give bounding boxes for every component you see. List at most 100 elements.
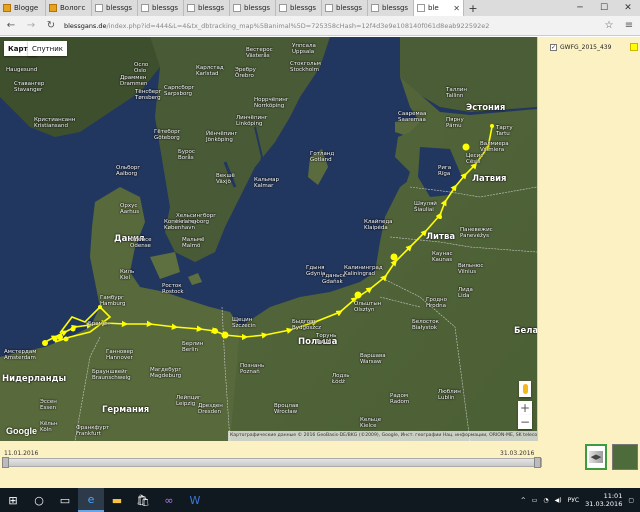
- city-label: Росток Rostock: [162, 283, 184, 295]
- site-icon: [95, 4, 103, 12]
- refresh-button[interactable]: ↻: [44, 19, 58, 33]
- url-field[interactable]: blessgans.de/index.php?id=444&L=4&tx_dbt…: [64, 19, 596, 33]
- browser-tab[interactable]: blessgs: [92, 0, 138, 16]
- timeline-end-handle[interactable]: [534, 457, 541, 468]
- city-label: Бурос Borås: [178, 149, 195, 161]
- browser-tab[interactable]: blessgs: [322, 0, 368, 16]
- minimize-button[interactable]: ─: [568, 0, 592, 16]
- country-label-germany: Германия: [102, 405, 150, 415]
- city-label: Познань Poznań: [240, 363, 265, 375]
- play-pause-button[interactable]: ◀▶: [585, 444, 607, 470]
- system-tray: ^ ▭ ◔ ◀) РУС 11:01 31.03.2016 ▢: [521, 492, 640, 508]
- city-label: Оденсе Odense: [130, 237, 152, 249]
- timeline-slider-track[interactable]: [2, 458, 542, 467]
- timeline-bar: 11.01.2016 31.03.2016 ◀▶: [0, 441, 640, 488]
- city-label: Гамбург Hamburg: [100, 295, 126, 307]
- timeline-end-date: 31.03.2016: [500, 450, 535, 457]
- city-label: Калининград Kaliningrad: [344, 265, 383, 277]
- forward-button[interactable]: →: [24, 19, 38, 33]
- browser-tab[interactable]: Blogge: [0, 0, 46, 16]
- map-view[interactable]: Эстония Латвия Литва Дания Польша Герман…: [0, 37, 537, 441]
- country-label-lithuania: Литва: [426, 232, 456, 242]
- site-icon: [141, 4, 149, 12]
- network-icon[interactable]: ◔: [543, 497, 548, 504]
- browser-tab[interactable]: blessgs: [184, 0, 230, 16]
- city-label: Кельце Kielce: [360, 417, 382, 429]
- new-tab-button[interactable]: +: [464, 0, 482, 16]
- city-label: Тёнсберг Tønsberg: [135, 89, 162, 101]
- tab-label: blessgs: [244, 4, 271, 12]
- city-label: Брауншвейг Braunschweig: [92, 369, 131, 381]
- menu-icon[interactable]: ≡: [622, 19, 636, 33]
- city-label: Готланд Gotland: [310, 151, 335, 163]
- close-tab-icon[interactable]: ✕: [453, 4, 460, 13]
- layer-checkbox[interactable]: ✓: [550, 43, 557, 51]
- city-label: Бремен: [88, 321, 110, 327]
- city-label: Ганновер Hannover: [106, 349, 134, 361]
- task-view-icon[interactable]: ▭: [52, 488, 78, 512]
- tab-label: blessgs: [198, 4, 225, 12]
- layer-item[interactable]: ✓ GWFG_2015_439: [550, 41, 640, 53]
- city-label: Сарпсборг Sarpsborg: [164, 85, 195, 97]
- clock-time: 11:01: [603, 492, 623, 500]
- country-label-estonia: Эстония: [466, 103, 506, 113]
- city-label: Ставангер Stavanger: [14, 81, 45, 93]
- browser-tab[interactable]: blessgs: [138, 0, 184, 16]
- city-label: Берлин Berlin: [182, 341, 204, 353]
- city-label: Рига Rīga: [438, 165, 452, 177]
- city-label: Быдгощ Bydgoszcz: [292, 319, 322, 331]
- tab-label: blessgs: [336, 4, 363, 12]
- search-icon[interactable]: ○: [26, 488, 52, 512]
- map-type-satellite-button[interactable]: Спутник: [28, 41, 68, 56]
- city-label: Кристиансанн Kristiansand: [34, 117, 76, 129]
- city-label: Вестерос Västerås: [246, 47, 273, 59]
- timeline-start-handle[interactable]: [2, 457, 9, 468]
- word-icon[interactable]: W: [182, 488, 208, 512]
- chevron-up-icon[interactable]: ^: [521, 497, 526, 504]
- clock[interactable]: 11:01 31.03.2016: [585, 492, 622, 508]
- favorite-star-icon[interactable]: ☆: [602, 19, 616, 33]
- city-label: Ольштын Olsztyn: [354, 301, 382, 313]
- language-indicator[interactable]: РУС: [568, 497, 579, 504]
- city-label: Векшё Växjö: [216, 173, 235, 185]
- map-thumbnail[interactable]: [612, 444, 638, 470]
- edge-icon[interactable]: e: [78, 488, 104, 512]
- google-logo: Google: [6, 426, 37, 436]
- start-icon[interactable]: ⊞: [0, 488, 26, 512]
- city-label: Магдебург Magdeburg: [150, 367, 182, 379]
- city-label: Линчёпинг Linköping: [236, 115, 268, 127]
- back-button[interactable]: ←: [4, 19, 18, 33]
- city-label: Орхус Aarhus: [120, 203, 140, 215]
- city-label: Йёнчёпинг Jönköping: [206, 131, 238, 143]
- volume-icon[interactable]: ◀): [555, 497, 562, 504]
- city-label: Карлстад Karlstad: [196, 65, 224, 77]
- country-label-belarus: Бела: [514, 326, 537, 336]
- city-label: Варшава Warsaw: [360, 353, 386, 365]
- visual-studio-icon[interactable]: ∞: [156, 488, 182, 512]
- url-path: /index.php?id=444&L=4&tx_dbtracking_map%…: [106, 21, 490, 30]
- maximize-button[interactable]: ☐: [592, 0, 616, 16]
- street-view-pegman-icon[interactable]: [519, 381, 531, 397]
- city-label: Цесис Cēsis: [466, 153, 484, 165]
- browser-tab[interactable]: Вологс: [46, 0, 92, 16]
- city-label: Норрчёпинг Norrköping: [254, 97, 289, 109]
- store-icon[interactable]: 🛍: [130, 488, 156, 512]
- battery-icon[interactable]: ▭: [532, 497, 538, 504]
- zoom-in-button[interactable]: +: [518, 401, 532, 415]
- city-label: Гётеборг Göteborg: [154, 129, 181, 141]
- file-explorer-icon[interactable]: ▬: [104, 488, 130, 512]
- country-label-latvia: Латвия: [472, 174, 507, 184]
- city-label: Кёльн Köln: [40, 421, 58, 433]
- site-icon: [371, 4, 379, 12]
- browser-tab-active[interactable]: ble ✕: [414, 0, 464, 16]
- browser-tab[interactable]: blessgs: [230, 0, 276, 16]
- city-label: Радом Radom: [390, 393, 410, 405]
- browser-tab[interactable]: blessgs: [368, 0, 414, 16]
- close-window-button[interactable]: ✕: [616, 0, 640, 16]
- zoom-out-button[interactable]: −: [518, 415, 532, 429]
- timeline-start-date: 11.01.2016: [4, 450, 39, 457]
- notifications-icon[interactable]: ▢: [628, 497, 634, 504]
- city-label: Осло Oslo: [134, 62, 149, 74]
- browser-tab[interactable]: blessgs: [276, 0, 322, 16]
- city-label: Паневежис Panevėžys: [460, 227, 493, 239]
